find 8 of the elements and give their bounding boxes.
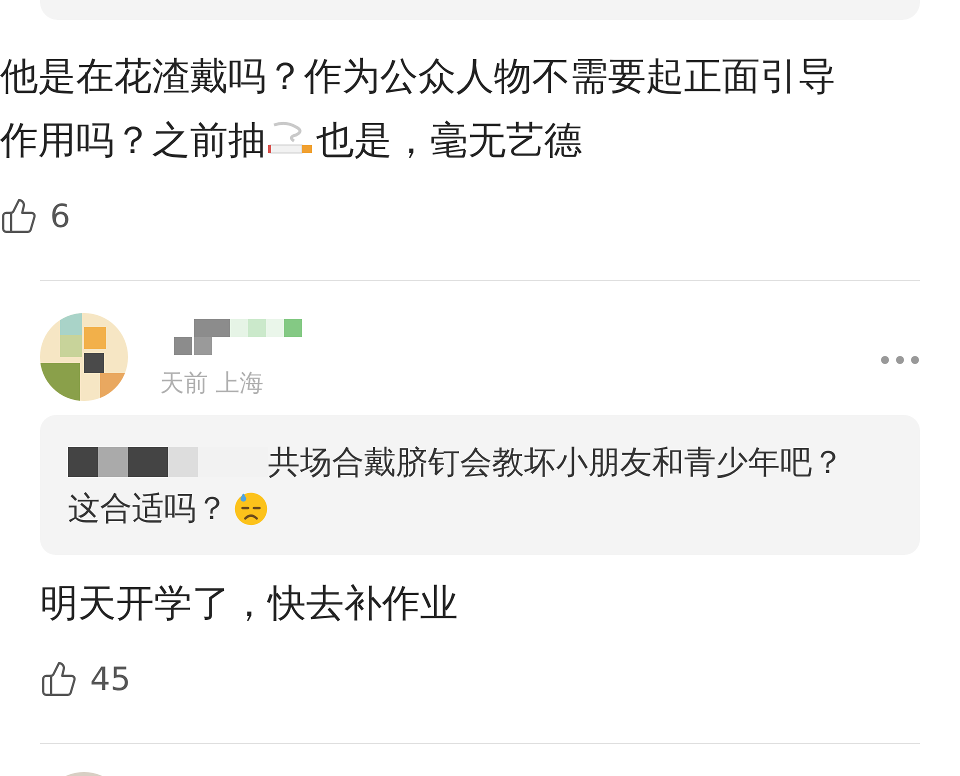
comment-text: 明天开学了，快去补作业 (40, 580, 459, 627)
comment-meta: 天前 上海 (160, 368, 265, 399)
like-icon[interactable] (0, 197, 38, 235)
quoted-reply: 共场合戴脐钉会教坏小朋友和青少年吧？这合适吗？ (40, 415, 920, 555)
like-count: 45 (90, 659, 131, 700)
like-count: 6 (50, 196, 70, 237)
like-icon[interactable] (40, 660, 78, 698)
more-icon[interactable] (880, 355, 920, 365)
